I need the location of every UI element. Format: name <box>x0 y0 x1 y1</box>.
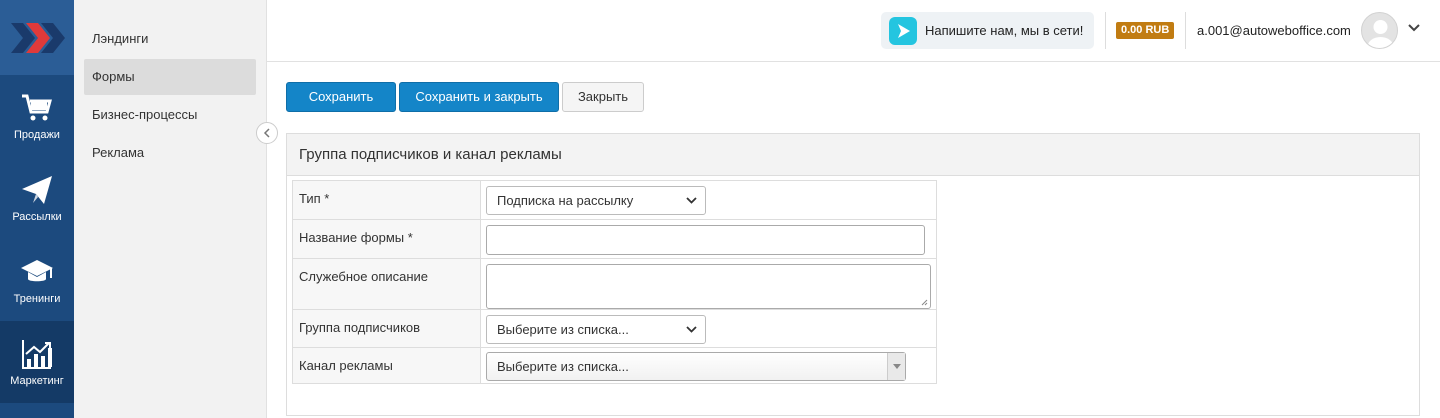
chevron-down-icon[interactable] <box>1407 21 1421 35</box>
form-name-label: Название формы * <box>292 219 481 259</box>
resize-grip-icon[interactable] <box>921 299 928 306</box>
chevron-down-icon <box>686 197 697 204</box>
rail-item-marketing[interactable]: Маркетинг <box>0 321 74 403</box>
chevron-left-icon <box>263 128 270 138</box>
subscriber-group-label: Группа подписчиков <box>292 309 481 348</box>
logo-chevrons-icon <box>11 22 65 53</box>
form-name-input[interactable] <box>486 225 925 255</box>
type-select[interactable]: Подписка на рассылку <box>486 186 706 215</box>
user-email[interactable]: a.001@autoweboffice.com <box>1197 23 1351 38</box>
ad-channel-label: Канал рекламы <box>292 347 481 384</box>
save-button[interactable]: Сохранить <box>286 82 396 112</box>
ad-channel-combobox[interactable]: Выберите из списка... <box>486 352 906 381</box>
top-header: Напишите нам, мы в сети! 0.00 RUB a.001@… <box>267 0 1440 62</box>
chat-play-icon <box>889 16 917 45</box>
cart-icon <box>22 94 52 121</box>
balance-badge[interactable]: 0.00 RUB <box>1116 22 1175 39</box>
graduation-cap-icon <box>21 260 53 282</box>
description-textarea[interactable] <box>486 264 931 309</box>
rail-item-label: Рассылки <box>12 211 62 223</box>
header-divider <box>1185 12 1186 49</box>
paper-plane-icon <box>22 176 52 204</box>
avatar[interactable] <box>1361 12 1398 49</box>
type-select-value: Подписка на рассылку <box>497 193 634 208</box>
main-nav-rail: Продажи Рассылки Тренинги Маркетинг <box>0 0 74 418</box>
subscriber-group-select[interactable]: Выберите из списка... <box>486 315 706 344</box>
rail-item-mailings[interactable]: Рассылки <box>0 157 74 239</box>
rail-item-label: Тренинги <box>13 293 61 305</box>
description-label: Служебное описание <box>292 258 481 310</box>
table-row: Канал рекламы Выберите из списка... <box>292 347 937 384</box>
app-logo[interactable] <box>0 0 74 75</box>
caret-down-icon <box>892 363 901 369</box>
user-silhouette-icon <box>1367 20 1394 48</box>
subscriber-group-value: Выберите из списка... <box>497 322 629 337</box>
rail-item-label: Маркетинг <box>10 375 64 387</box>
combobox-drop-button[interactable] <box>887 353 905 380</box>
table-row: Группа подписчиков Выберите из списка... <box>292 309 937 348</box>
header-divider <box>1105 12 1106 49</box>
chat-widget-label: Напишите нам, мы в сети! <box>925 23 1084 38</box>
table-row: Служебное описание <box>292 258 937 310</box>
save-and-close-button[interactable]: Сохранить и закрыть <box>399 82 559 112</box>
form-fields-table: Тип * Подписка на рассылку Название форм… <box>292 180 937 384</box>
submenu-item-forms[interactable]: Формы <box>84 59 256 95</box>
table-row: Название формы * <box>292 219 937 259</box>
rail-item-label: Продажи <box>14 129 60 141</box>
submenu-item-ads[interactable]: Реклама <box>84 135 256 171</box>
section-submenu: Лэндинги Формы Бизнес-процессы Реклама <box>74 0 267 418</box>
type-label: Тип * <box>292 180 481 220</box>
collapse-submenu-button[interactable] <box>256 122 278 144</box>
chevron-down-icon <box>686 326 697 333</box>
chat-widget-button[interactable]: Напишите нам, мы в сети! <box>881 12 1094 49</box>
submenu-item-landings[interactable]: Лэндинги <box>84 21 256 57</box>
panel-title: Группа подписчиков и канал рекламы <box>287 134 1419 176</box>
form-settings-panel: Группа подписчиков и канал рекламы Тип *… <box>286 133 1420 416</box>
submenu-item-business-processes[interactable]: Бизнес-процессы <box>84 97 256 133</box>
table-row: Тип * Подписка на рассылку <box>292 180 937 220</box>
ad-channel-value: Выберите из списка... <box>497 359 629 374</box>
chart-growth-icon <box>22 340 52 369</box>
rail-item-sales[interactable]: Продажи <box>0 75 74 157</box>
rail-item-trainings[interactable]: Тренинги <box>0 239 74 321</box>
close-button[interactable]: Закрыть <box>562 82 644 112</box>
